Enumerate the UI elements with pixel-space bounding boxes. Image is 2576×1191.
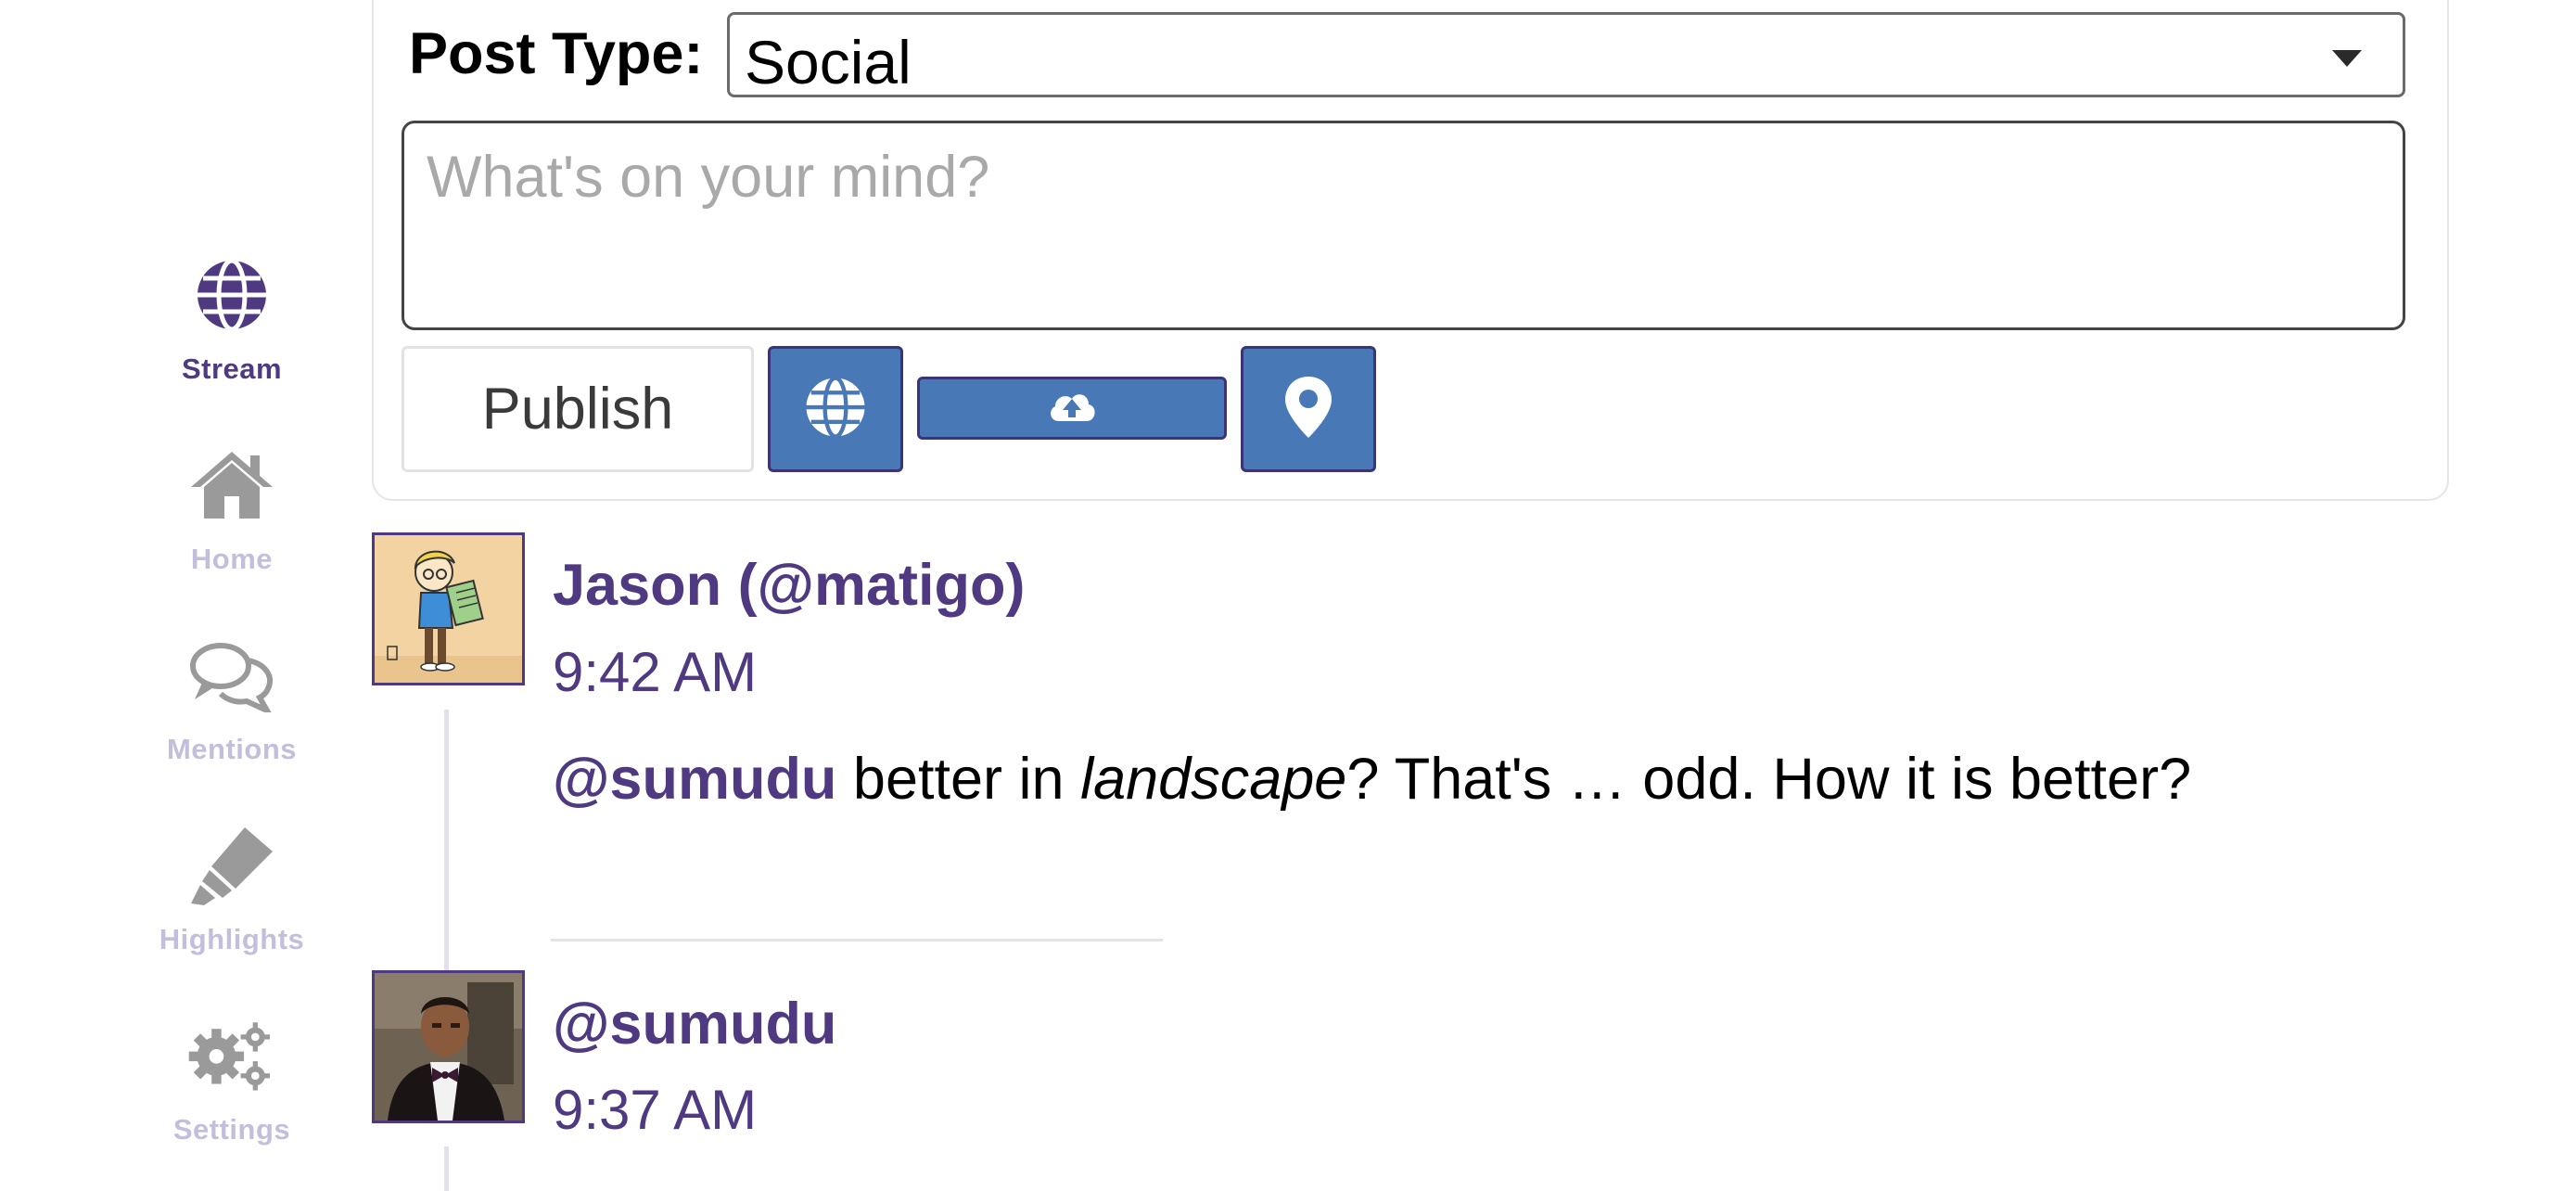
mention-link[interactable]: @sumudu: [553, 747, 836, 812]
post-time[interactable]: 9:37 AM: [553, 1078, 757, 1142]
sidebar-item-label: Stream: [181, 352, 283, 385]
sidebar-item-stream[interactable]: Stream: [121, 250, 343, 427]
sidebar-item-settings[interactable]: Settings: [121, 1011, 343, 1187]
post-time[interactable]: 9:42 AM: [553, 640, 757, 704]
post-author[interactable]: Jason (@matigo): [553, 552, 1025, 619]
location-button[interactable]: [1241, 346, 1376, 472]
visibility-button[interactable]: [768, 346, 903, 472]
page: Stream Home Mentions Highlights Settings…: [0, 0, 2576, 1191]
post-text-input[interactable]: What's on your mind?: [402, 121, 2405, 330]
cloud-upload-icon: [1046, 390, 1098, 428]
chevron-down-icon: [2332, 50, 2362, 67]
avatar[interactable]: [372, 532, 525, 685]
highlighter-icon: [187, 821, 276, 910]
post-text-emphasis: landscape: [1080, 747, 1347, 812]
post-separator: [551, 939, 1163, 941]
globe-icon: [803, 375, 868, 444]
globe-icon: [187, 250, 276, 339]
comments-icon: [187, 631, 276, 720]
sidebar-item-label: Highlights: [159, 923, 305, 955]
post-text-placeholder: What's on your mind?: [427, 145, 990, 210]
sidebar: Stream Home Mentions Highlights Settings: [0, 0, 371, 1191]
sidebar-item-mentions[interactable]: Mentions: [121, 631, 343, 807]
post-body: @sumudu better in landscape? That's … od…: [553, 746, 2191, 813]
avatar[interactable]: [372, 970, 525, 1123]
gears-icon: [187, 1011, 276, 1100]
home-icon: [187, 441, 276, 530]
sidebar-item-label: Mentions: [166, 733, 298, 765]
thread-line: [444, 710, 449, 979]
map-pin-icon: [1283, 375, 1333, 444]
post-author[interactable]: @sumudu: [553, 991, 836, 1057]
upload-button[interactable]: [917, 377, 1227, 440]
sidebar-item-label: Settings: [172, 1113, 291, 1146]
thread-line: [444, 1146, 449, 1191]
sidebar-item-label: Home: [190, 543, 274, 575]
post-text: ? That's … odd. How it is better?: [1346, 747, 2192, 812]
sidebar-item-home[interactable]: Home: [121, 441, 343, 617]
post-type-label: Post Type:: [409, 21, 704, 86]
post-type-select[interactable]: Social: [727, 12, 2405, 97]
sidebar-item-highlights[interactable]: Highlights: [121, 821, 343, 997]
post-text: better in: [836, 747, 1081, 812]
post-type-value: Social: [745, 28, 912, 96]
publish-button[interactable]: Publish: [402, 346, 754, 472]
